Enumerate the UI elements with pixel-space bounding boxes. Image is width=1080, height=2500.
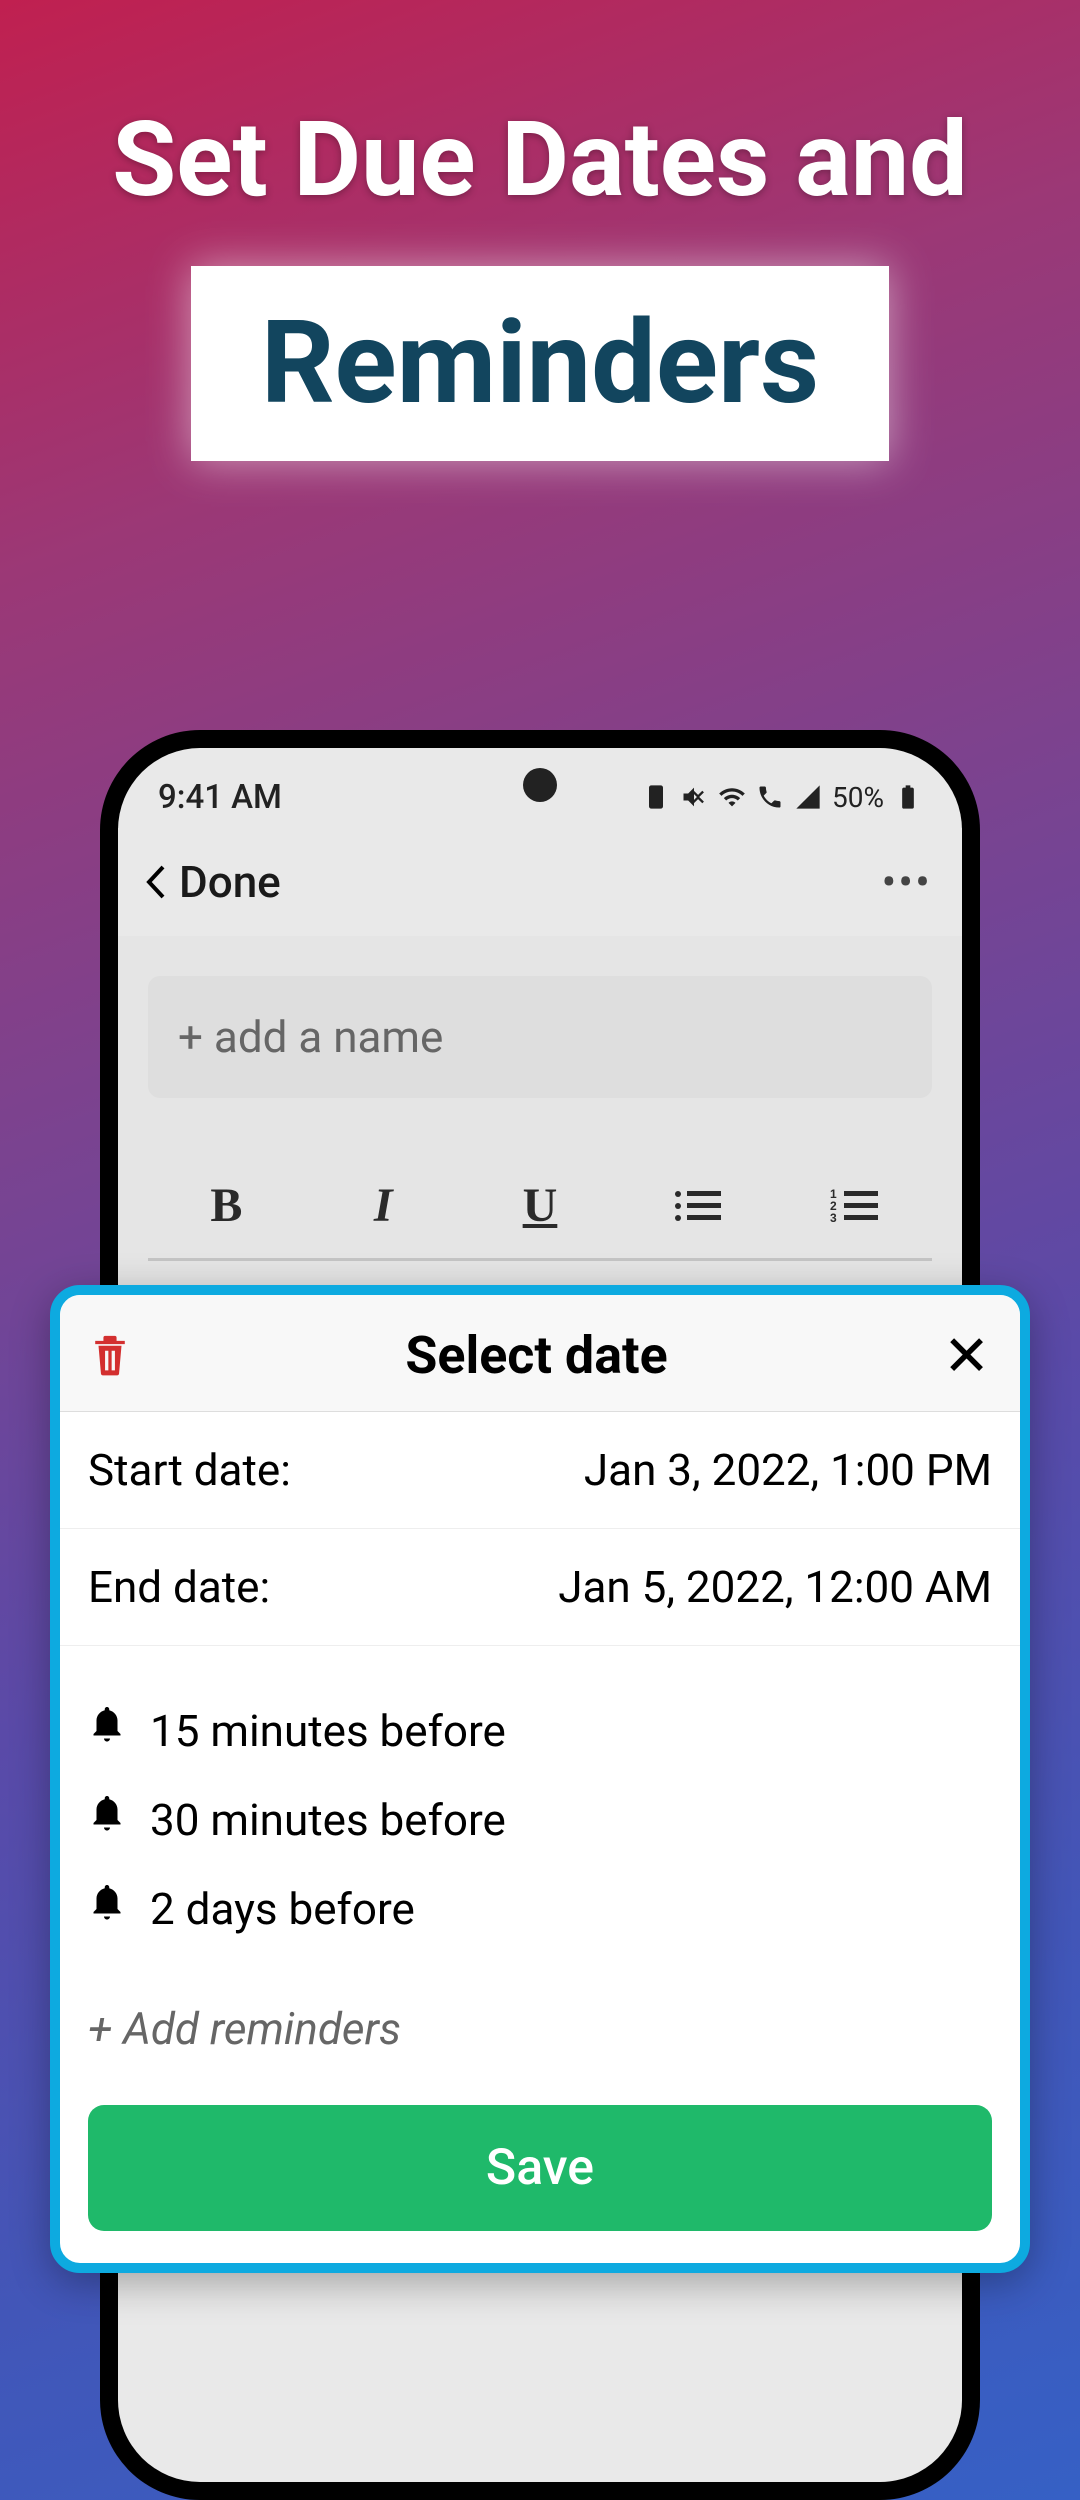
modal-header: Select date ✕ <box>60 1295 1020 1412</box>
promo-title: Set Due Dates and <box>0 100 1080 221</box>
phone-icon <box>756 783 784 811</box>
italic-button[interactable]: I <box>353 1178 413 1233</box>
reminder-item[interactable]: 15 minutes before <box>88 1686 992 1775</box>
underline-button[interactable]: U <box>510 1178 570 1233</box>
back-label: Done <box>179 856 281 908</box>
bullet-list-icon <box>673 1186 721 1226</box>
signal-icon <box>794 783 822 811</box>
svg-text:3: 3 <box>830 1211 837 1225</box>
start-date-value: Jan 3, 2022, 1:00 PM <box>584 1444 992 1496</box>
camera-cutout <box>523 768 557 802</box>
save-button[interactable]: Save <box>88 2105 992 2231</box>
bell-icon <box>88 1793 126 1846</box>
bell-icon <box>88 1882 126 1935</box>
status-time: 9:41 AM <box>158 778 282 817</box>
wifi-icon <box>718 783 746 811</box>
chevron-left-icon <box>143 863 167 901</box>
battery-percent: 50% <box>832 781 884 814</box>
name-input[interactable]: + add a name <box>148 976 932 1098</box>
battery-icon <box>894 783 922 811</box>
delete-button[interactable] <box>90 1331 130 1381</box>
promo-highlight-box: Reminders <box>191 266 889 461</box>
formatting-toolbar: B I U 123 <box>148 1153 932 1261</box>
back-button[interactable]: Done <box>143 856 281 908</box>
app-header: Done ••• <box>118 828 962 936</box>
bell-icon <box>88 1704 126 1757</box>
close-button[interactable]: ✕ <box>943 1328 990 1384</box>
end-date-value: Jan 5, 2022, 12:00 AM <box>558 1561 992 1613</box>
mute-icon <box>680 783 708 811</box>
start-date-label: Start date: <box>88 1444 291 1496</box>
status-icons-group: 50% <box>642 781 922 814</box>
reminders-section: 15 minutes before 30 minutes before 2 da… <box>60 1646 1020 1973</box>
modal-title: Select date <box>405 1325 667 1386</box>
reminder-label: 15 minutes before <box>150 1705 506 1757</box>
reminder-label: 30 minutes before <box>150 1794 506 1846</box>
numbered-list-icon: 123 <box>830 1186 878 1226</box>
numbered-list-button[interactable]: 123 <box>824 1186 884 1226</box>
bold-button[interactable]: B <box>196 1178 256 1233</box>
trash-icon <box>90 1331 130 1377</box>
battery-saver-icon <box>642 783 670 811</box>
end-date-row[interactable]: End date: Jan 5, 2022, 12:00 AM <box>60 1529 1020 1646</box>
bullet-list-button[interactable] <box>667 1186 727 1226</box>
select-date-modal: Select date ✕ Start date: Jan 3, 2022, 1… <box>50 1285 1030 2273</box>
reminder-item[interactable]: 2 days before <box>88 1864 992 1953</box>
add-reminders-button[interactable]: + Add reminders <box>60 1973 1020 2085</box>
end-date-label: End date: <box>88 1561 270 1613</box>
reminder-item[interactable]: 30 minutes before <box>88 1775 992 1864</box>
start-date-row[interactable]: Start date: Jan 3, 2022, 1:00 PM <box>60 1412 1020 1529</box>
reminder-label: 2 days before <box>150 1883 415 1935</box>
more-menu-button[interactable]: ••• <box>881 856 932 908</box>
